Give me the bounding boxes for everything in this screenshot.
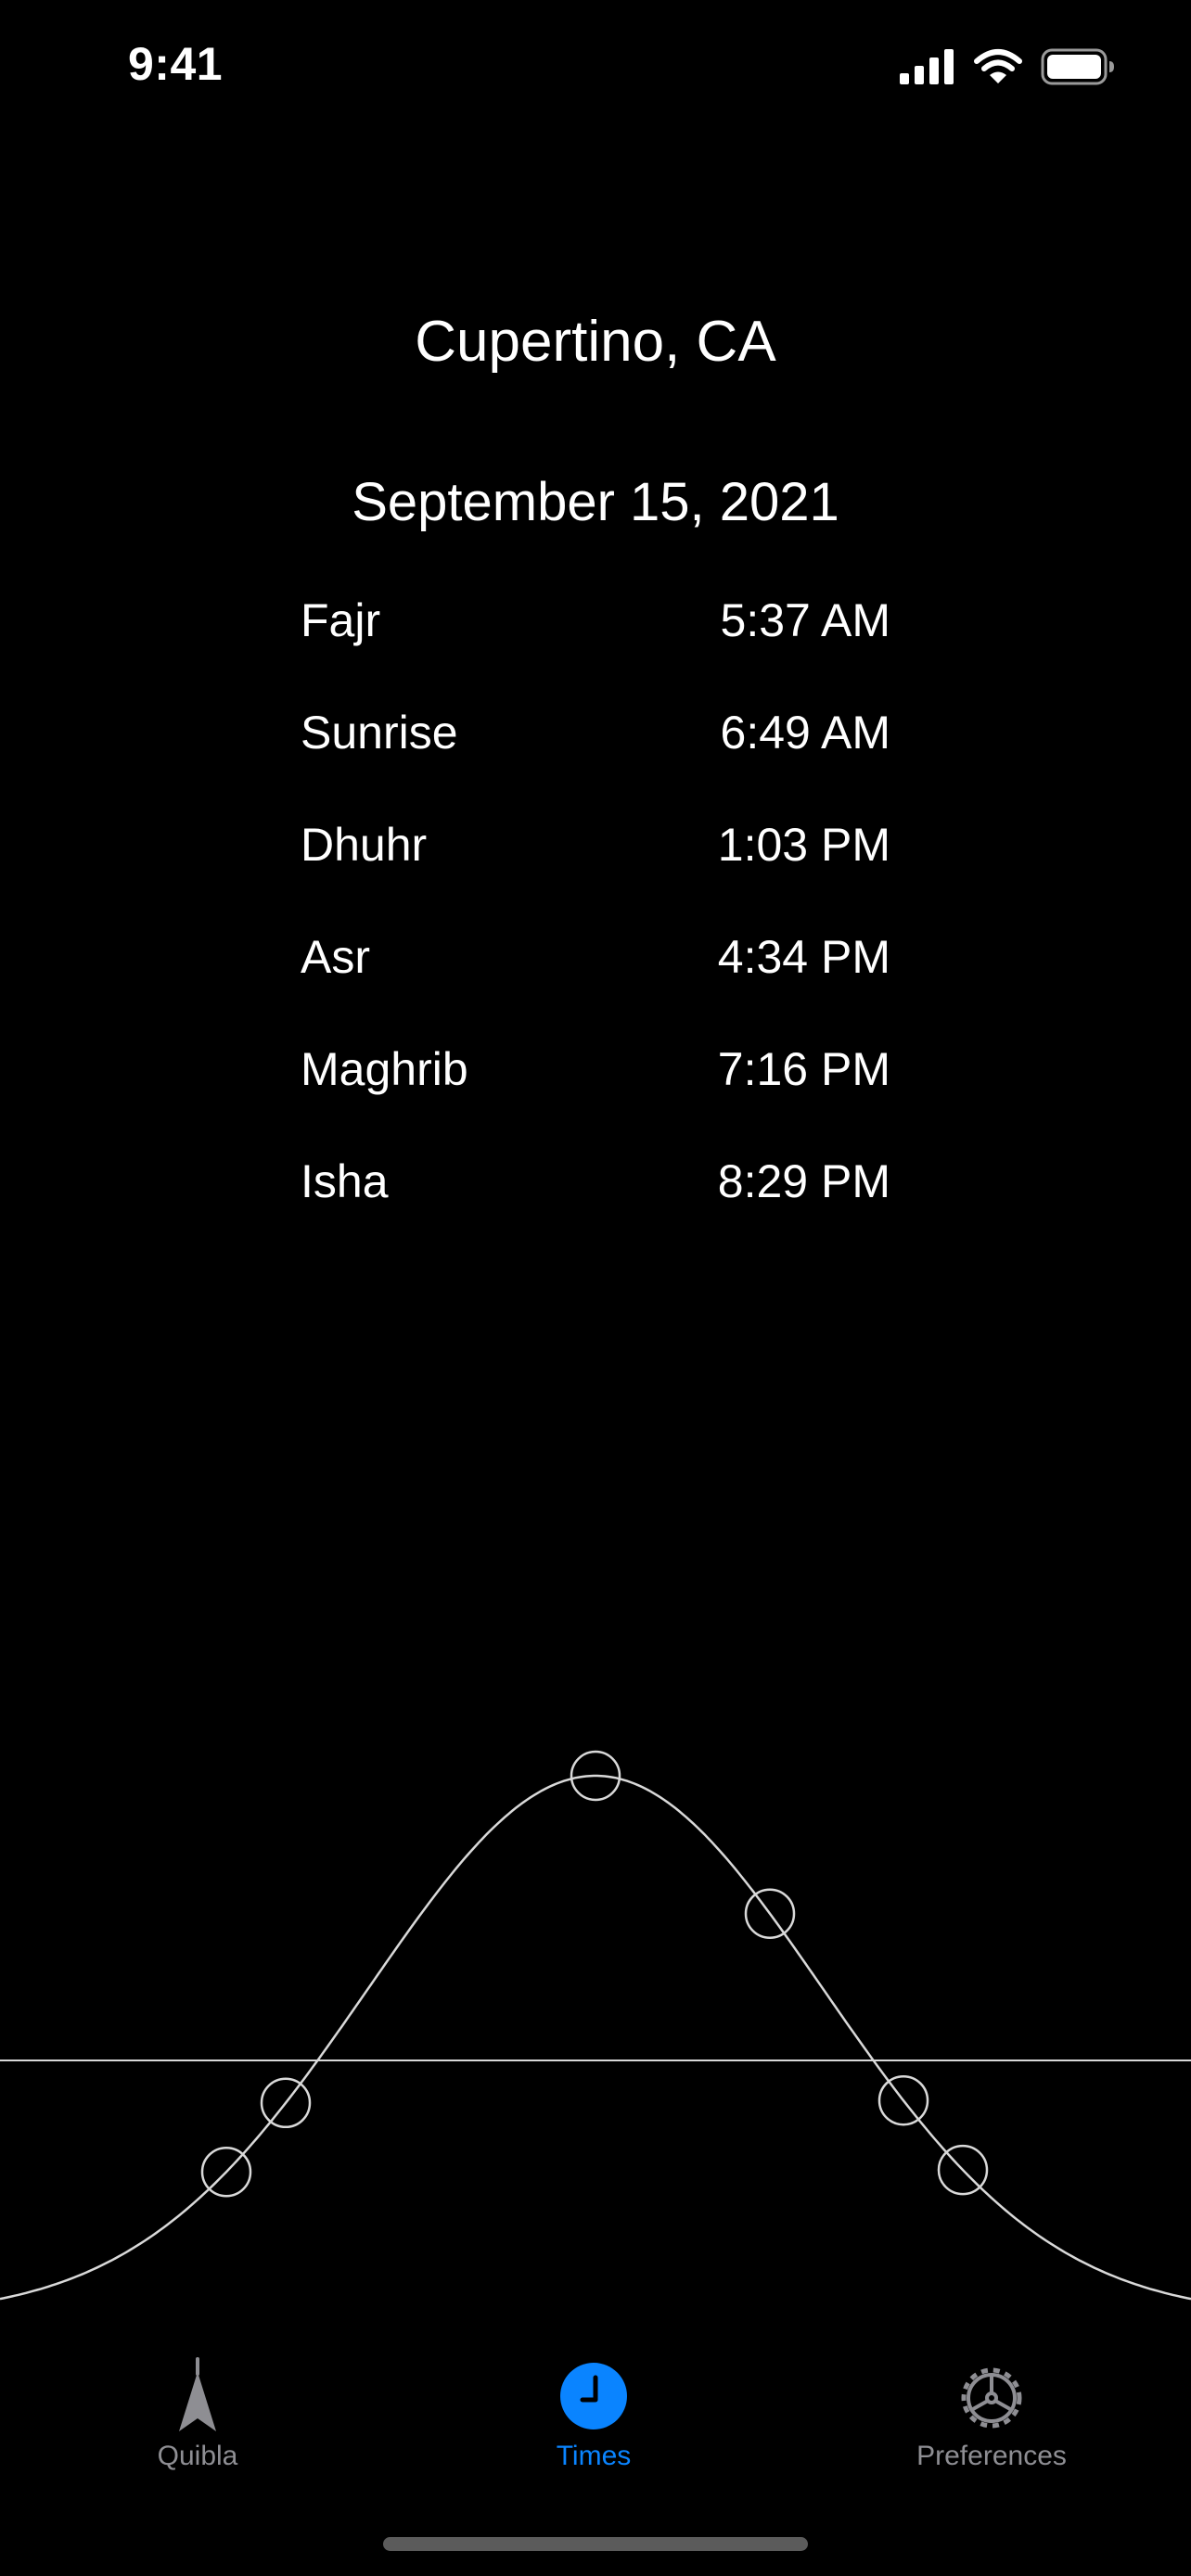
tab-label: Times bbox=[556, 2441, 632, 2471]
prayer-name: Isha bbox=[301, 1155, 389, 1207]
prayer-time: 7:16 PM bbox=[717, 1043, 890, 1095]
date-title: September 15, 2021 bbox=[352, 472, 839, 532]
location-title: Cupertino, CA bbox=[415, 310, 776, 374]
cellular-signal-icon bbox=[900, 49, 954, 84]
status-time: 9:41 bbox=[128, 38, 224, 90]
prayer-row-asr: Asr 4:34 PM bbox=[301, 930, 890, 1042]
sun-path-chart bbox=[0, 1750, 1191, 2301]
compass-arrow-icon bbox=[179, 2357, 216, 2431]
prayer-row-isha: Isha 8:29 PM bbox=[301, 1154, 890, 1267]
prayer-name: Maghrib bbox=[301, 1043, 468, 1095]
prayer-time: 5:37 AM bbox=[720, 594, 890, 646]
home-indicator bbox=[383, 2537, 808, 2551]
tab-label: Preferences bbox=[916, 2441, 1067, 2471]
prayer-row-sunrise: Sunrise 6:49 AM bbox=[301, 706, 890, 818]
status-icons bbox=[900, 46, 1115, 87]
prayer-time: 1:03 PM bbox=[717, 819, 890, 871]
prayer-name: Asr bbox=[301, 931, 370, 983]
wifi-icon bbox=[974, 49, 1022, 83]
prayer-name: Fajr bbox=[301, 594, 381, 646]
tab-preferences[interactable]: Preferences bbox=[852, 2346, 1131, 2476]
clock-icon bbox=[560, 2363, 627, 2429]
prayer-times-list: Fajr 5:37 AM Sunrise 6:49 AM Dhuhr 1:03 … bbox=[301, 593, 890, 1267]
tab-quibla[interactable]: Quibla bbox=[58, 2346, 337, 2476]
prayer-row-fajr: Fajr 5:37 AM bbox=[301, 593, 890, 706]
prayer-time: 6:49 AM bbox=[720, 707, 890, 759]
prayer-time: 4:34 PM bbox=[717, 931, 890, 983]
gear-icon bbox=[961, 2367, 1022, 2429]
tab-bar: Quibla Times Preferences bbox=[0, 2346, 1191, 2476]
battery-icon bbox=[1041, 48, 1114, 85]
sun-path-curve bbox=[0, 1774, 1191, 2301]
prayer-name: Dhuhr bbox=[301, 819, 428, 871]
prayer-time: 8:29 PM bbox=[717, 1155, 890, 1207]
prayer-name: Sunrise bbox=[301, 707, 458, 759]
prayer-row-dhuhr: Dhuhr 1:03 PM bbox=[301, 818, 890, 930]
tab-label: Quibla bbox=[157, 2441, 238, 2471]
prayer-row-maghrib: Maghrib 7:16 PM bbox=[301, 1042, 890, 1154]
tab-times[interactable]: Times bbox=[455, 2346, 733, 2476]
